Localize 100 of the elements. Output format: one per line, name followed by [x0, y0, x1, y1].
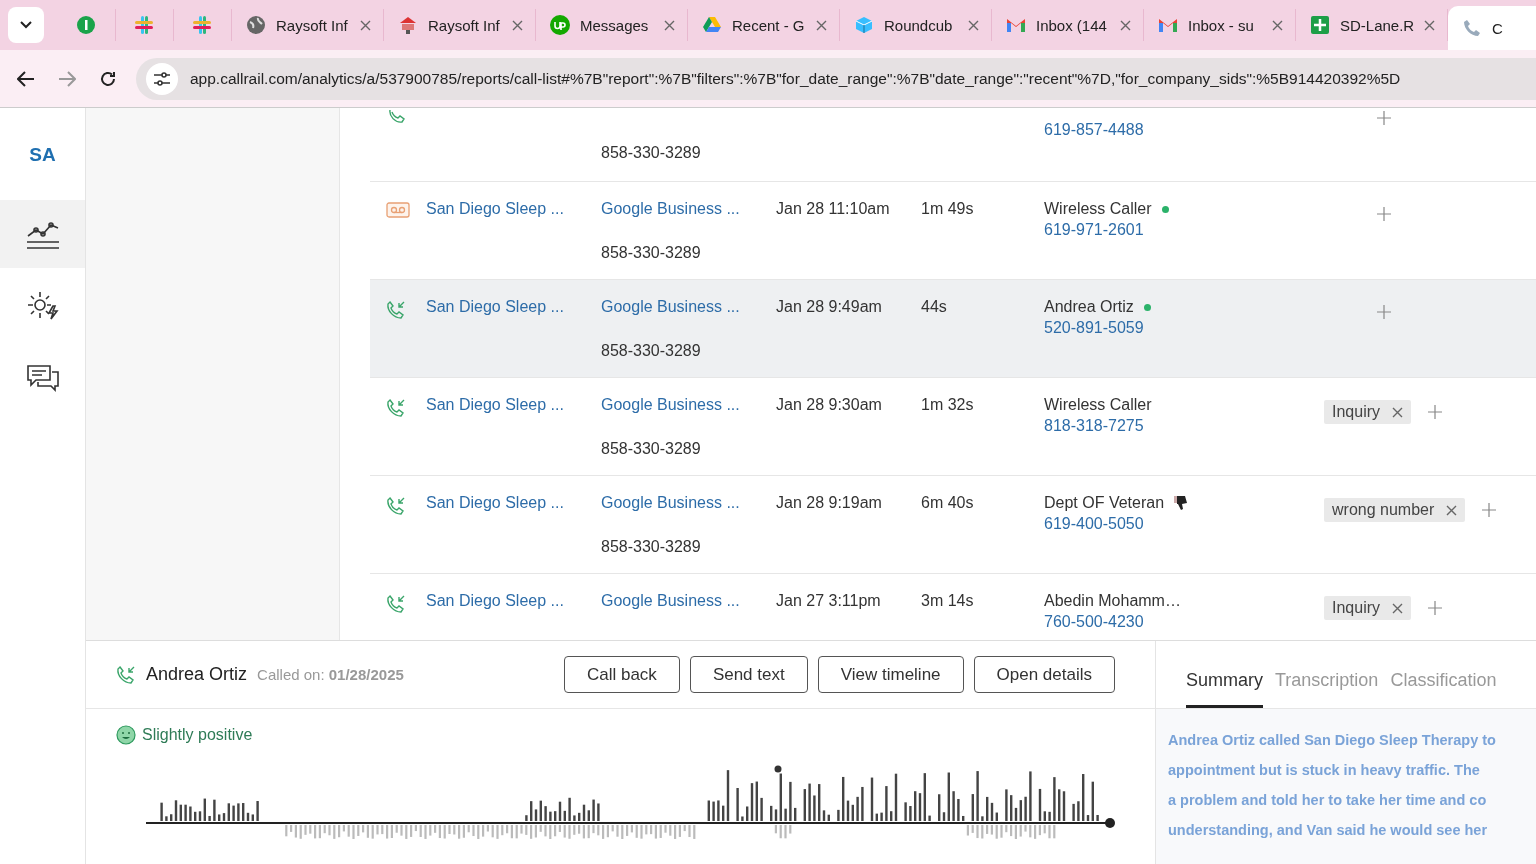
close-icon[interactable]: [1272, 19, 1283, 31]
tracking-number: 858-330-3289: [601, 342, 702, 360]
close-icon[interactable]: [1120, 19, 1131, 31]
action-button[interactable]: Call back: [563, 656, 680, 693]
call-date: Jan 28 9:19am: [776, 494, 882, 511]
gmail-icon: [1006, 17, 1026, 33]
caller-phone-link[interactable]: 619-857-4488: [1044, 121, 1324, 139]
company-link[interactable]: San Diego Sleep ...: [426, 396, 564, 413]
source-link[interactable]: Google Business ...: [601, 592, 776, 610]
company-link[interactable]: San Diego Sleep ...: [426, 494, 564, 511]
plus-icon: [1376, 206, 1392, 222]
sentiment-label: Slightly positive: [142, 726, 253, 744]
call-date: Jan 27 3:11pm: [776, 592, 881, 609]
drive-icon: [702, 15, 722, 35]
close-icon[interactable]: [1392, 602, 1404, 614]
summary-text: Andrea Ortiz called San Diego Sleep Therapy to: [1168, 731, 1497, 750]
summary-text: understanding, and Van said he would see her: [1168, 821, 1489, 840]
plus-icon: [1427, 600, 1444, 616]
call-date: Jan 28 11:10am: [776, 200, 890, 217]
back-arrow-icon: [16, 70, 35, 87]
call-duration: 1m 32s: [921, 396, 974, 413]
browser-tab[interactable]: C: [1448, 6, 1536, 50]
forward-arrow-icon: [58, 70, 76, 87]
tag-chip: wrong number: [1324, 498, 1466, 522]
call-duration: 6m 40s: [921, 494, 974, 511]
phone-icon: [386, 110, 406, 126]
close-icon[interactable]: [1424, 19, 1435, 31]
caller-name: Wireless Caller: [1044, 396, 1152, 414]
action-button[interactable]: Send text: [689, 656, 808, 693]
call-date: Jan 28 9:49am: [776, 298, 882, 315]
close-icon[interactable]: [968, 19, 979, 31]
sheets-icon: [1310, 15, 1330, 35]
browser-tab[interactable]: Raysoft Inf: [384, 9, 536, 41]
action-button[interactable]: View timeline: [817, 656, 964, 693]
cube-icon: [854, 15, 874, 35]
tab-favicon-icon: [550, 15, 570, 35]
tag-chip: Inquiry: [1324, 596, 1412, 620]
summary-tab[interactable]: Summary: [1186, 670, 1263, 708]
incoming-call-icon: [386, 594, 406, 614]
caller-name: Andrea Ortiz: [1044, 298, 1134, 316]
incoming-call-icon: [386, 300, 406, 320]
caller-phone-link[interactable]: 818-318-7275: [1044, 417, 1324, 435]
browser-tab[interactable]: Roundcub: [840, 9, 992, 41]
source-link[interactable]: Google Business ...: [601, 298, 776, 316]
browser-tab[interactable]: Raysoft Inf: [232, 9, 384, 41]
close-icon[interactable]: [1392, 406, 1404, 418]
browser-tab[interactable]: Messages: [536, 9, 688, 41]
tab-favicon-icon: [398, 15, 418, 35]
globe-icon: [246, 15, 266, 35]
account-initials[interactable]: SA: [0, 134, 85, 176]
smiley-icon: [116, 725, 136, 745]
call-duration: 44s: [921, 298, 947, 315]
call-row[interactable]: 858-330-3289 619-857-4488: [370, 108, 1536, 182]
tag-chip: Inquiry: [1324, 400, 1412, 424]
nav-item[interactable]: [0, 200, 85, 268]
address-bar[interactable]: app.callrail.com/analytics/a/537900785/reports/call-list#%7B"report":%7B"filters":%7B"for_date_range":%7B"date_range":"recent"%7D,"for_company_sids":%5B914420392%5D: [136, 57, 1536, 100]
phone-icon: [1462, 18, 1482, 38]
slack-icon: [192, 15, 212, 35]
reload-icon: [99, 69, 118, 88]
call-duration: 1m 49s: [921, 200, 974, 217]
close-icon[interactable]: [512, 19, 523, 31]
browser-tab[interactable]: Inbox - su: [1144, 9, 1296, 41]
company-link[interactable]: San Diego Sleep ...: [426, 592, 564, 609]
tab-favicon-icon: [76, 15, 96, 35]
caller-name: Andrea Ortiz: [146, 664, 248, 685]
close-icon[interactable]: [816, 19, 827, 31]
company-link[interactable]: San Diego Sleep ...: [426, 298, 564, 315]
plus-icon: [1427, 404, 1444, 420]
chat-icon: [25, 363, 60, 393]
caller-name: Dept OF Veteran: [1044, 494, 1165, 512]
caller-phone-link[interactable]: 619-971-2601: [1044, 221, 1324, 239]
close-icon[interactable]: [360, 19, 371, 31]
incoming-call-icon: [386, 398, 406, 418]
called-on-text: Called on: 01/28/2025: [257, 666, 404, 683]
source-link[interactable]: Google Business ...: [601, 396, 776, 414]
chevron-down-icon: [20, 21, 32, 29]
close-icon[interactable]: [1446, 504, 1458, 516]
incoming-call-icon: [386, 496, 406, 516]
caller-phone-link[interactable]: 520-891-5059: [1044, 319, 1324, 337]
source-link[interactable]: Google Business ...: [601, 494, 776, 512]
tab-search-button[interactable]: [8, 7, 44, 43]
call-duration: 3m 14s: [921, 592, 974, 609]
source-link[interactable]: Google Business ...: [601, 200, 776, 218]
summary-text: a problem and told her to take her time and co: [1168, 791, 1488, 810]
action-button[interactable]: Open details: [973, 656, 1115, 693]
site-settings-icon[interactable]: [153, 70, 171, 87]
caller-name: Abedin Mohamm…: [1044, 592, 1181, 610]
plus-icon: [1376, 110, 1392, 126]
caller-phone-link[interactable]: 760-500-4230: [1044, 613, 1324, 631]
tracking-number: 858-330-3289: [601, 440, 702, 458]
close-icon[interactable]: [664, 19, 675, 31]
company-link[interactable]: San Diego Sleep ...: [426, 200, 564, 217]
call-row[interactable]: San Diego Sleep ... Google Business ... 858-330-3289 Jan 28 9:49am 44s Andrea Ortiz 520-891-5059: [370, 280, 1536, 378]
browser-tab[interactable]: Inbox (144: [992, 9, 1144, 41]
browser-tab[interactable]: Recent - G: [688, 9, 840, 41]
caller-phone-link[interactable]: 619-400-5050: [1044, 515, 1324, 533]
incoming-call-icon: [116, 664, 136, 685]
browser-tab[interactable]: SD-Lane.R: [1296, 9, 1448, 41]
gmail-icon: [1158, 17, 1178, 33]
tracking-number: 858-330-3289: [601, 538, 702, 556]
